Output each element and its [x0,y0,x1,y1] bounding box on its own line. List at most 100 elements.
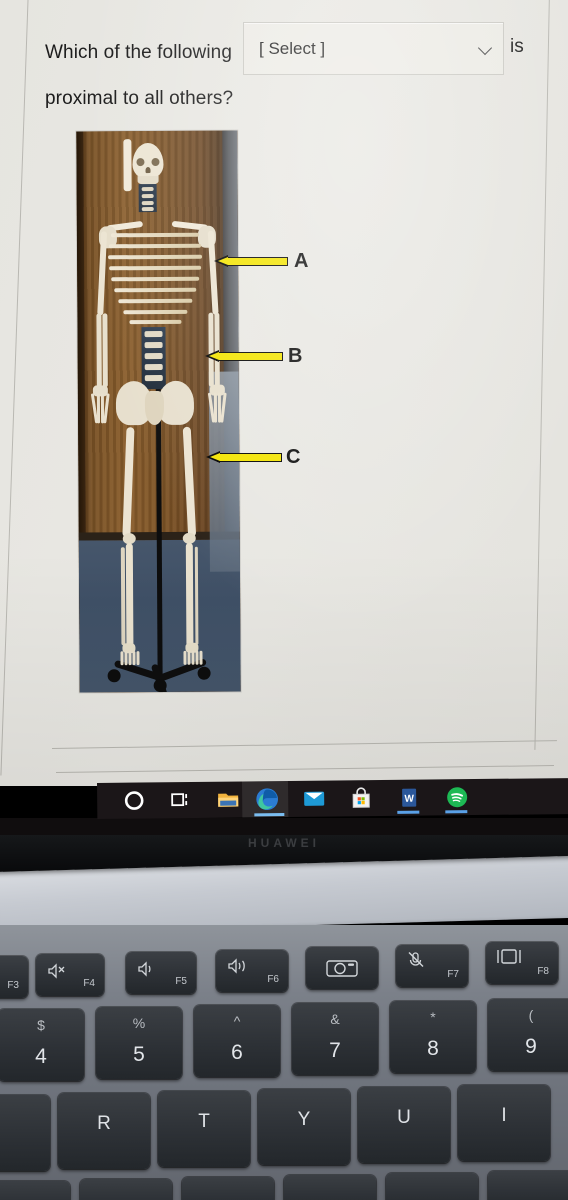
annotation-label-c: C [286,446,301,468]
camera-icon [326,960,358,977]
hand-left [89,385,111,425]
key-bottom-row-partial[interactable] [284,1175,376,1200]
mail-icon[interactable] [302,787,326,811]
key-7[interactable]: & 7 [292,1003,378,1075]
stand-caster [107,669,121,683]
key-r-label: R [97,1113,111,1134]
key-bottom-row-partial[interactable] [80,1179,172,1200]
question-card-right-edge [534,0,550,750]
key-4-digit: 4 [35,1045,47,1068]
stand-caster [197,666,211,680]
key-4-symbol: $ [37,1017,45,1033]
select-value-text: [ Select ] [259,39,326,58]
key-f7-label: F7 [447,969,459,980]
ulna-left [102,313,108,388]
key-4[interactable]: $ 4 [0,1009,84,1081]
key-f8-display-switch[interactable]: F8 [486,942,558,984]
key-f5-volume-down[interactable]: F5 [126,952,196,994]
microphone-mute-icon [408,952,424,967]
key-r[interactable]: R [58,1093,150,1169]
word-icon[interactable]: W [397,786,421,810]
key-i[interactable]: I [458,1085,550,1161]
key-9-symbol: ( [528,1007,534,1023]
key-caps-partial[interactable] [0,1095,50,1171]
sacrum [144,390,165,426]
laptop-keyboard-deck: F3 F4 F5 F6 F7 F8 $ 4 % 5 ^ 6 & 7 * 8 (… [0,925,568,1200]
spotify-icon[interactable] [445,785,469,809]
key-u-label: U [397,1107,411,1128]
key-f8-label: F8 [537,966,549,977]
fibula-right [194,546,199,645]
cortana-icon[interactable] [122,788,146,812]
key-8[interactable]: * 8 [390,1001,476,1073]
key-t[interactable]: T [158,1091,250,1167]
key-8-digit: 8 [427,1037,439,1060]
skull [132,142,164,180]
key-f6-volume-up[interactable]: F6 [216,950,288,992]
foot-left [113,643,143,666]
key-5[interactable]: % 5 [96,1007,182,1079]
task-view-icon[interactable] [168,788,192,812]
annotation-arrow-b [205,350,283,363]
windows-taskbar: W [97,778,568,819]
sternum [123,139,132,192]
question-stem-line-2: proximal to all others? [45,88,234,109]
key-5-digit: 5 [133,1043,145,1066]
edge-running-indicator [254,813,285,816]
key-y-label: Y [297,1109,311,1130]
spotify-running-indicator [445,810,468,813]
key-6[interactable]: ^ 6 [194,1005,280,1077]
answer-select-dropdown[interactable]: [ Select ] [243,22,504,75]
key-f4-label: F4 [83,978,95,989]
eye-socket-left [136,158,145,167]
hand-right [206,384,228,425]
key-camera[interactable] [306,947,378,989]
question-card-left-edge [0,0,29,776]
key-bottom-row-partial[interactable] [386,1173,478,1200]
volume-up-icon [228,958,245,974]
question-card-footer-edge [56,765,554,773]
key-7-digit: 7 [329,1039,341,1062]
key-f3[interactable]: F3 [0,956,28,998]
annotation-arrow-a [214,255,288,268]
key-f4-volume-mute[interactable]: F4 [36,954,104,996]
display-switch-icon [497,949,521,964]
key-bottom-row-partial[interactable] [488,1171,568,1200]
key-bottom-row-partial[interactable] [0,1181,70,1200]
volume-mute-icon [48,963,65,979]
question-text-before: Which of the following [45,42,233,63]
annotation-arrow-c [206,451,282,464]
key-y[interactable]: Y [258,1089,350,1165]
lumbar-spine [141,326,166,390]
microsoft-store-icon[interactable] [349,786,373,810]
key-t-label: T [198,1111,210,1132]
key-f6-label: F6 [267,974,279,985]
tibia-right [185,542,194,647]
rib-cage [105,227,206,336]
key-i-label: I [501,1105,507,1126]
fibula-left [120,547,125,646]
chevron-down-icon [479,42,492,55]
question-text-after: is [510,36,524,57]
eye-socket-right [151,157,160,167]
key-f7-mic-mute[interactable]: F7 [396,945,468,987]
volume-down-icon [138,961,151,977]
key-u[interactable]: U [358,1087,450,1163]
key-f5-label: F5 [175,976,187,987]
question-card-bottom-edge [52,740,557,749]
key-6-symbol: ^ [233,1013,241,1029]
key-9[interactable]: ( 9 [488,999,568,1071]
svg-text:W: W [404,794,414,805]
pelvis [115,380,195,433]
stand-caster [153,678,167,693]
key-6-digit: 6 [231,1041,243,1064]
word-running-indicator [397,810,420,814]
tibia-left [125,543,134,648]
radius-left [96,313,102,388]
key-8-symbol: * [430,1009,436,1025]
key-5-symbol: % [132,1015,146,1031]
file-explorer-icon[interactable] [216,788,240,812]
microsoft-edge-icon[interactable] [254,786,280,812]
key-bottom-row-partial[interactable] [182,1177,274,1200]
annotation-label-b: B [288,345,303,367]
